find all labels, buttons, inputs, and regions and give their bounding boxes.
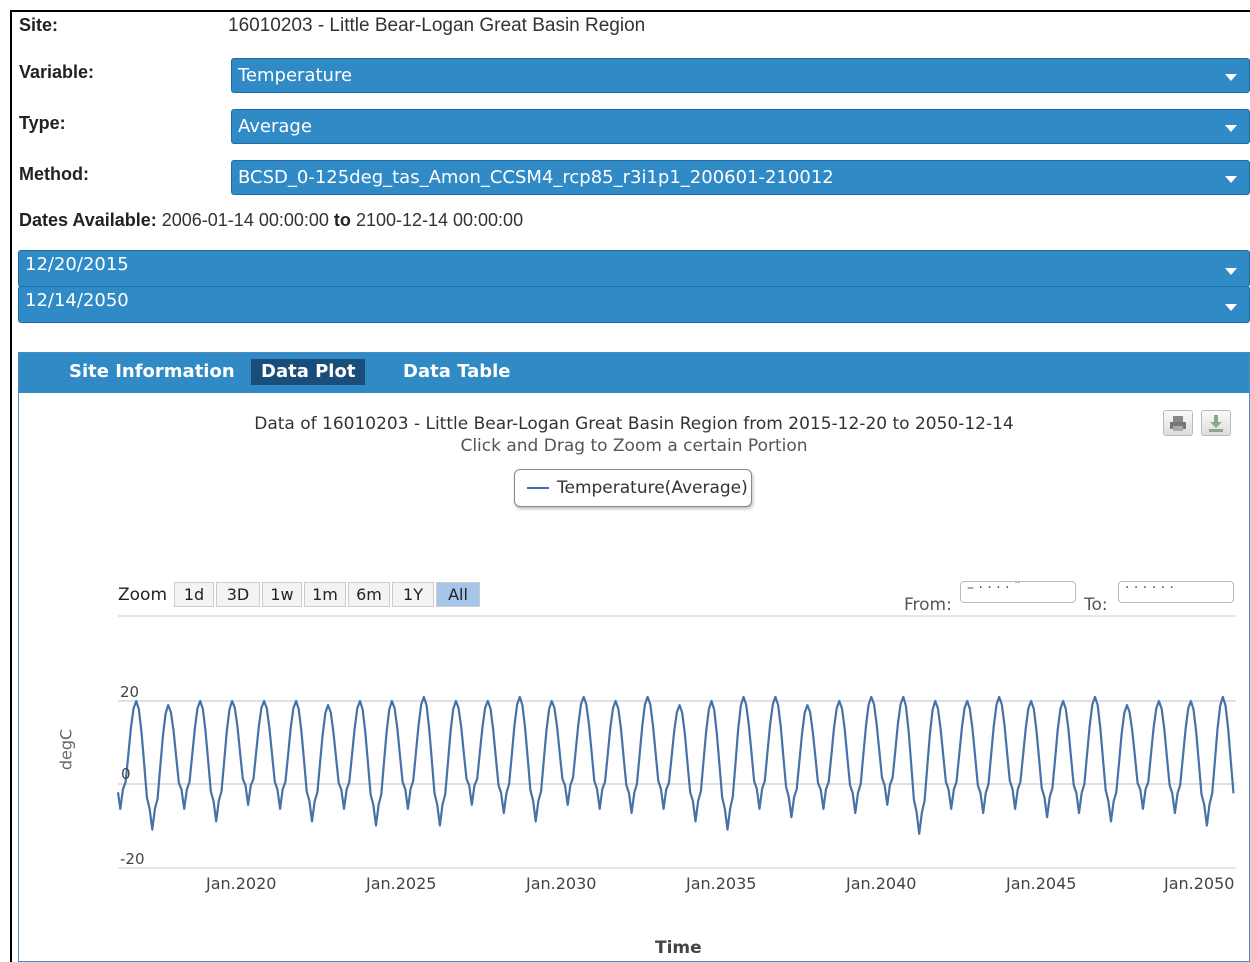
chevron-down-icon <box>1225 125 1237 132</box>
method-label: Method: <box>19 164 89 184</box>
type-select-value: Average <box>238 116 312 137</box>
printer-icon <box>1170 416 1186 431</box>
start-date-select[interactable]: 12/20/2015 <box>18 250 1250 287</box>
tab-bar: Site Information Data Plot Data Table <box>19 353 1249 393</box>
method-select-value: BCSD_0-125deg_tas_Amon_CCSM4_rcp85_r3i1p… <box>238 167 834 188</box>
chart-legend[interactable]: Temperature(Average) <box>514 469 752 507</box>
chevron-down-icon <box>1225 176 1237 183</box>
type-label: Type: <box>19 113 66 133</box>
tab-data-table[interactable]: Data Table <box>393 359 520 385</box>
legend-label: Temperature(Average) <box>557 478 748 498</box>
dates-from: 2006-01-14 00:00:00 <box>161 210 329 230</box>
chevron-down-icon <box>1225 268 1237 275</box>
type-select[interactable]: Average <box>231 109 1250 144</box>
zoom-1d-button[interactable]: 1d <box>174 582 214 607</box>
dates-available: Dates Available: 2006-01-14 00:00:00 to … <box>19 210 523 231</box>
zoom-3d-button[interactable]: 3D <box>216 582 260 607</box>
y-tick-minus20: -20 <box>120 850 145 868</box>
y-axis-title: degC <box>56 728 76 771</box>
download-icon <box>1209 415 1223 432</box>
end-date-value: 12/14/2050 <box>25 290 129 311</box>
download-button[interactable] <box>1201 410 1231 436</box>
dates-to-word: to <box>333 210 351 230</box>
range-from-input[interactable]: – · · · · ˆ <box>960 581 1076 603</box>
zoom-label: Zoom <box>118 585 168 605</box>
zoom-1y-button[interactable]: 1Y <box>392 582 434 607</box>
print-button[interactable] <box>1163 410 1193 436</box>
start-date-value: 12/20/2015 <box>25 254 129 275</box>
legend-line-swatch <box>527 487 549 489</box>
chart-subtitle: Click and Drag to Zoom a certain Portion <box>460 436 808 456</box>
range-to-input[interactable]: · · · · · · <box>1118 581 1234 603</box>
dates-to: 2100-12-14 00:00:00 <box>355 210 524 230</box>
zoom-1m-button[interactable]: 1m <box>304 582 346 607</box>
x-tick-label: Jan.2025 <box>366 874 437 893</box>
zoom-all-button[interactable]: All <box>436 582 480 607</box>
end-date-select[interactable]: 12/14/2050 <box>18 286 1250 323</box>
y-tick-20: 20 <box>120 683 140 701</box>
chart-title: Data of 16010203 - Little Bear-Logan Gre… <box>254 414 1014 434</box>
x-tick-label: Jan.2030 <box>526 874 597 893</box>
variable-select-value: Temperature <box>238 65 353 86</box>
site-label: Site: <box>19 15 59 35</box>
chevron-down-icon <box>1225 74 1237 81</box>
x-tick-label: Jan.2050 <box>1164 874 1235 893</box>
site-value: 16010203 - Little Bear-Logan Great Basin… <box>228 15 646 36</box>
tab-site-information[interactable]: Site Information <box>59 359 245 385</box>
chevron-down-icon <box>1225 304 1237 311</box>
x-tick-label: Jan.2040 <box>846 874 917 893</box>
variable-select[interactable]: Temperature <box>231 58 1250 93</box>
tab-data-plot[interactable]: Data Plot <box>251 359 366 385</box>
y-tick-0: 0 <box>121 765 131 783</box>
range-from-label: From: <box>904 595 952 615</box>
dates-available-label: Dates Available: <box>19 210 157 230</box>
x-tick-label: Jan.2020 <box>206 874 277 893</box>
method-select[interactable]: BCSD_0-125deg_tas_Amon_CCSM4_rcp85_r3i1p… <box>231 160 1250 195</box>
zoom-1w-button[interactable]: 1w <box>262 582 302 607</box>
zoom-6m-button[interactable]: 6m <box>348 582 390 607</box>
x-tick-label: Jan.2035 <box>686 874 757 893</box>
x-axis-title: Time <box>655 938 702 958</box>
range-to-label: To: <box>1084 595 1108 615</box>
variable-label: Variable: <box>19 62 95 82</box>
x-tick-label: Jan.2045 <box>1006 874 1077 893</box>
